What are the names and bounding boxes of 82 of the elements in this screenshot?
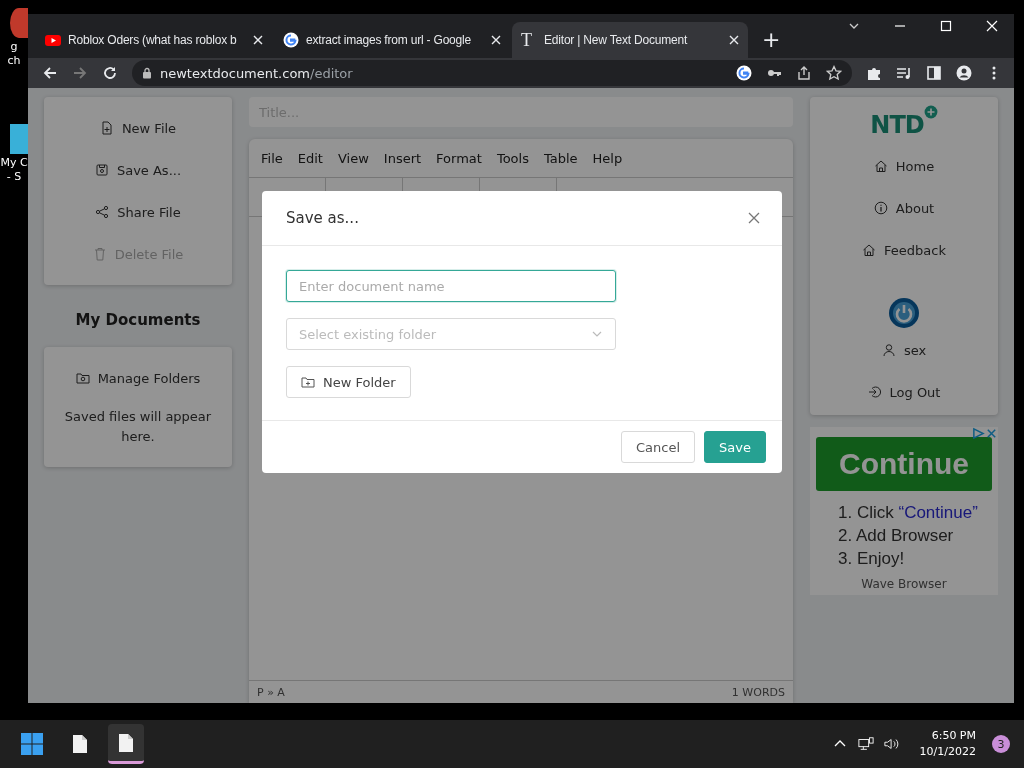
back-icon[interactable] (42, 65, 58, 81)
editor-menu-item[interactable]: View (337, 150, 369, 166)
new-folder-button[interactable]: New Folder (286, 366, 411, 398)
ad-sponsor: Wave Browser (861, 576, 947, 593)
file-menu-item[interactable]: Save As... (94, 149, 182, 191)
shortcut-icon[interactable] (10, 8, 28, 38)
desktop-icon-label: My C (0, 156, 28, 170)
section-heading: My Documents (74, 310, 202, 331)
logout-icon (867, 385, 882, 399)
clock-time[interactable]: 6:50 PM (931, 728, 976, 744)
file-menu-item[interactable]: Share File (95, 191, 181, 233)
profile-icon[interactable] (956, 65, 972, 81)
maximize-icon[interactable] (940, 20, 952, 32)
file-icon (72, 734, 88, 754)
cancel-button[interactable]: Cancel (621, 431, 696, 463)
editor-menu-item[interactable]: Insert (383, 150, 422, 166)
desktop-icon-label: - S (6, 170, 22, 184)
word-count: 1 WORDS (731, 685, 785, 699)
editor-menu-item[interactable]: Tools (496, 150, 529, 166)
element-path: P » A (257, 685, 285, 699)
nav-link[interactable]: Feedback (862, 229, 946, 271)
user-icon (881, 343, 896, 357)
puzzle-icon[interactable] (866, 65, 882, 81)
info-icon (873, 201, 888, 215)
tab-title: Editor | New Text Document (544, 33, 689, 47)
volume-icon[interactable] (883, 736, 900, 752)
trash-icon (92, 247, 107, 261)
site-favicon: T (521, 29, 533, 51)
star-icon[interactable] (826, 65, 842, 81)
save-icon (94, 163, 109, 177)
nav-link[interactable]: About (873, 187, 935, 229)
new-file-icon (99, 121, 114, 135)
tab-title: Roblox Oders (what has roblox b (68, 33, 238, 47)
g-logo-icon (283, 32, 299, 48)
tab-title: extract images from url - Google (306, 33, 472, 47)
notification-badge[interactable]: 3 (992, 735, 1010, 753)
share-icon[interactable] (796, 65, 812, 81)
folder-plus-icon (301, 375, 315, 389)
editor-menu-item[interactable]: Format (436, 150, 482, 166)
clock-date[interactable]: 10/1/2022 (919, 744, 976, 760)
file-menu-item[interactable]: New File (99, 107, 177, 149)
empty-message: Saved files will appear here. (63, 408, 213, 446)
side-panel-icon[interactable] (926, 65, 942, 81)
forward-icon[interactable] (72, 65, 88, 81)
reload-icon[interactable] (102, 65, 118, 81)
editor-menu-item[interactable]: Table (543, 150, 578, 166)
editor-menu-item[interactable]: Edit (297, 150, 323, 166)
power-icon[interactable] (888, 297, 920, 329)
user-name: sex (881, 329, 927, 371)
ad-step: 3. Enjoy! (838, 549, 978, 569)
media-icon[interactable] (896, 65, 912, 81)
save-button[interactable]: Save (704, 431, 766, 463)
home-icon (862, 243, 877, 257)
lock-icon (142, 67, 152, 79)
folder-icon (75, 371, 90, 385)
editor-menu-item[interactable]: Help (592, 150, 623, 166)
desktop-icon-label: g (10, 40, 18, 54)
nav-link[interactable]: Home (873, 145, 935, 187)
ad-step: 1. Click “Continue” (838, 503, 978, 523)
video-logo-icon (45, 32, 61, 48)
start-icon[interactable] (20, 732, 44, 756)
taskbar-app[interactable] (108, 724, 144, 764)
browser-tab[interactable]: extract images from url - Google (274, 22, 510, 58)
url-text: newtextdocument.com/editor (160, 65, 353, 81)
dialog-title: Save as... (286, 209, 359, 227)
file-icon (118, 732, 134, 753)
network-icon[interactable] (857, 736, 874, 752)
new-tab-button[interactable]: + (762, 27, 781, 52)
logout-link[interactable]: Log Out (867, 371, 941, 413)
plus-icon (923, 105, 938, 119)
manage-folders-link[interactable]: Manage Folders (75, 357, 201, 399)
ad-step: 2. Add Browser (838, 526, 978, 546)
editor-menu-item[interactable]: File (261, 150, 283, 166)
document-name-field[interactable]: Enter document name (286, 270, 616, 302)
browser-tab[interactable]: T Editor | New Text Document (512, 22, 748, 58)
address-bar[interactable]: newtextdocument.com/editor (132, 60, 852, 86)
ad-choices-icon[interactable] (972, 427, 998, 440)
home-icon (873, 159, 888, 173)
share-icon (95, 205, 110, 219)
desktop-icon-label: ch (7, 54, 21, 68)
g-logo-icon[interactable] (736, 65, 752, 81)
browser-tab[interactable]: Roblox Oders (what has roblox b (36, 22, 272, 58)
